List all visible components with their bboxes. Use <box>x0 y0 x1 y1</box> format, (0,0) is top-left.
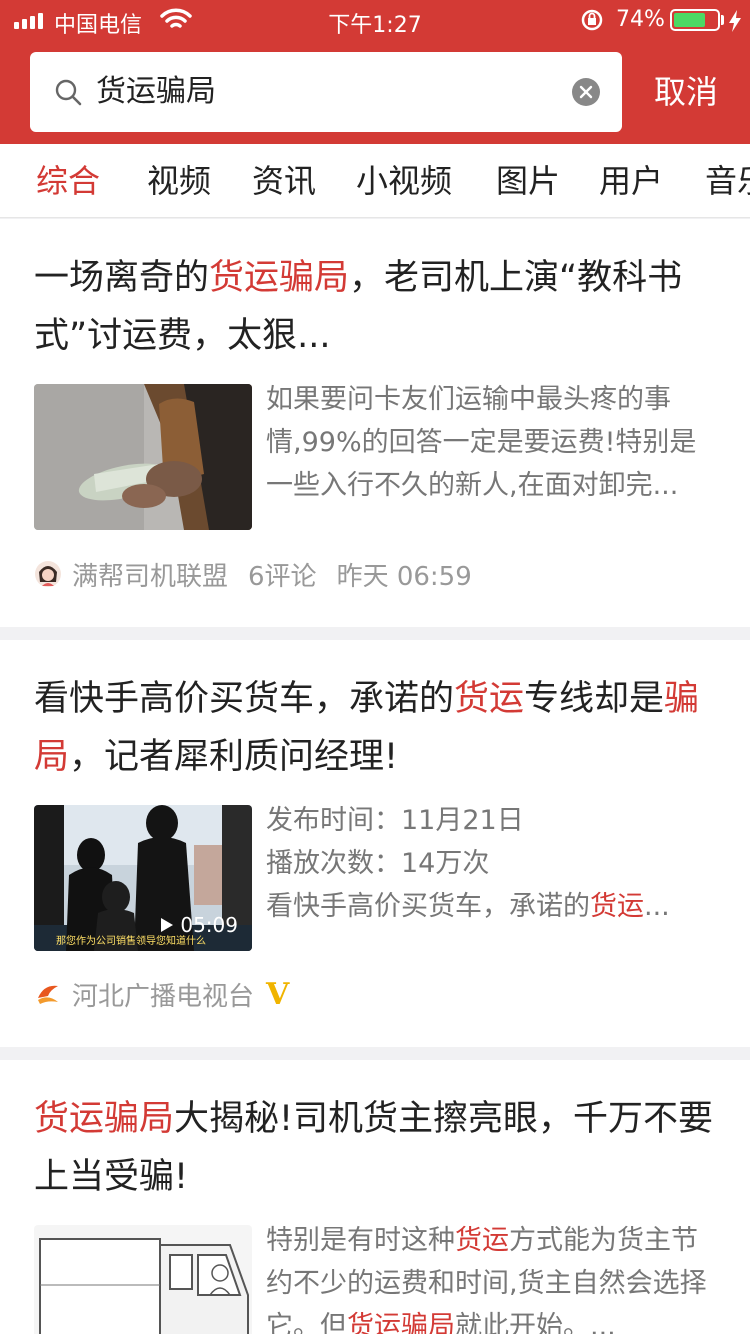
tab-images[interactable]: 图片 <box>496 144 560 217</box>
article-title[interactable]: 看快手高价买货车，承诺的货运专线却是骗局，记者犀利质问经理! <box>34 670 724 786</box>
tab-news[interactable]: 资讯 <box>252 144 316 217</box>
article-meta: 满帮司机联盟 6评论 昨天 06:59 <box>34 554 492 594</box>
text-segment: 就此开始。... <box>455 1311 616 1334</box>
video-info: 发布时间：11月21日 播放次数：14万次 看快手高价买货车，承诺的货运... <box>266 799 716 928</box>
cancel-button[interactable]: 取消 <box>640 52 732 132</box>
tab-comprehensive[interactable]: 综合 <box>36 144 100 217</box>
play-count: 播放次数：14万次 <box>266 848 490 879</box>
text-segment: 看快手高价买货车，承诺的 <box>34 679 455 719</box>
article-time: 昨天 06:59 <box>336 561 472 592</box>
clear-icon[interactable] <box>572 78 600 106</box>
search-input[interactable]: 货运骗局 <box>30 52 622 132</box>
text-segment: ，记者犀利质问经理! <box>69 737 399 777</box>
duration-label: 05:09 <box>180 913 238 937</box>
article-title[interactable]: 货运骗局大揭秘!司机货主擦亮眼，千万不要上当受骗! <box>34 1090 724 1206</box>
text-segment: 专线却是 <box>524 679 665 719</box>
battery-percent: 74% <box>616 7 665 32</box>
status-bar: 中国电信 下午1:27 74% <box>0 0 750 40</box>
highlight-keyword: 货运 <box>590 891 644 922</box>
text-segment: 一场离奇的 <box>34 258 210 298</box>
charging-icon <box>729 10 741 32</box>
verified-badge-icon: V <box>266 976 290 1012</box>
article-summary: 看快手高价买货车，承诺的货运... <box>266 885 716 928</box>
highlight-keyword: 货运骗局 <box>34 1099 175 1139</box>
highlight-keyword: 货运 <box>455 1225 509 1256</box>
video-duration: 05:09 <box>160 913 238 937</box>
tab-short-video[interactable]: 小视频 <box>356 144 452 217</box>
video-thumbnail[interactable]: 那您作为公司销售领导您知道什么 05:09 <box>34 805 252 951</box>
source-avatar-icon <box>35 561 61 587</box>
article-source[interactable]: 满帮司机联盟 <box>72 556 228 593</box>
article-summary: 特别是有时这种货运方式能为货主节约不少的运费和时间,货主自然会选择它。但货运骗局… <box>266 1219 716 1334</box>
article-source[interactable]: 河北广播电视台 <box>72 976 254 1013</box>
category-tabs: 综合 视频 资讯 小视频 图片 用户 音乐 <box>0 144 750 218</box>
text-segment: 看快手高价买货车，承诺的 <box>266 891 590 922</box>
article-thumbnail[interactable] <box>34 384 252 530</box>
article-card[interactable]: 货运骗局大揭秘!司机货主擦亮眼，千万不要上当受骗! 特别是有时这种货运方式能为货… <box>0 1060 750 1334</box>
article-comments: 6评论 <box>248 561 317 592</box>
publish-time: 发布时间：11月21日 <box>266 805 524 836</box>
play-icon <box>161 918 174 932</box>
article-thumbnail[interactable] <box>34 1225 252 1334</box>
text-segment: 如果要问卡友们运输中最头疼的事情,99%的回答一定是要运费!特别是一些入行不久的… <box>266 384 697 501</box>
article-card[interactable]: 看快手高价买货车，承诺的货运专线却是骗局，记者犀利质问经理! 那您作为公司销售领… <box>0 640 750 1047</box>
tab-video[interactable]: 视频 <box>147 144 211 217</box>
source-logo-icon <box>38 985 58 1004</box>
article-meta: 河北广播电视台 V <box>34 974 309 1014</box>
search-icon <box>55 79 82 106</box>
article-title[interactable]: 一场离奇的货运骗局，老司机上演“教科书式”讨运费，太狠... <box>34 249 724 365</box>
article-card[interactable]: 一场离奇的货运骗局，老司机上演“教科书式”讨运费，太狠... 如果要问卡友们运输… <box>0 219 750 627</box>
tab-users[interactable]: 用户 <box>599 144 663 217</box>
header: 中国电信 下午1:27 74% 货运骗局 取消 <box>0 0 750 144</box>
battery-icon <box>670 9 720 31</box>
article-summary: 如果要问卡友们运输中最头疼的事情,99%的回答一定是要运费!特别是一些入行不久的… <box>266 378 716 507</box>
highlight-keyword: 货运骗局 <box>209 258 350 298</box>
highlight-keyword: 货运 <box>454 679 525 719</box>
text-segment: 特别是有时这种 <box>266 1225 455 1256</box>
text-segment: ... <box>644 891 670 922</box>
highlight-keyword: 货运骗局 <box>347 1311 455 1334</box>
tab-music[interactable]: 音乐 <box>705 144 750 217</box>
search-query: 货运骗局 <box>96 74 216 109</box>
rotation-lock-icon <box>581 9 603 31</box>
